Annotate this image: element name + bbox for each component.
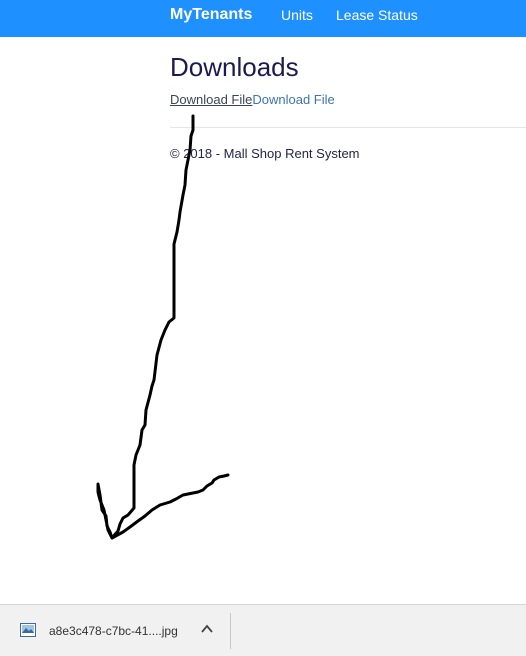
download-item[interactable]: a8e3c478-c7bc-41....jpg [0, 605, 230, 656]
download-file-link-2[interactable]: Download File [252, 92, 334, 107]
freehand-stroke-main [96, 114, 230, 540]
chevron-up-icon[interactable] [200, 622, 214, 636]
download-file-name: a8e3c478-c7bc-41....jpg [49, 624, 178, 638]
download-file-link-1[interactable]: Download File [170, 92, 252, 107]
footer-copyright: © 2018 - Mall Shop Rent System [170, 146, 360, 161]
navbar: MyTenants Units Lease Status [0, 0, 526, 37]
download-links: Download FileDownload File [170, 92, 335, 107]
brand-link[interactable]: MyTenants [170, 6, 252, 24]
nav-link-lease-status[interactable]: Lease Status [336, 7, 418, 23]
shelf-separator [230, 613, 231, 649]
download-shelf: a8e3c478-c7bc-41....jpg [0, 604, 526, 656]
footer-divider [170, 127, 526, 128]
nav-link-units[interactable]: Units [281, 7, 313, 23]
page-title: Downloads [170, 52, 299, 82]
image-file-icon [20, 623, 36, 637]
